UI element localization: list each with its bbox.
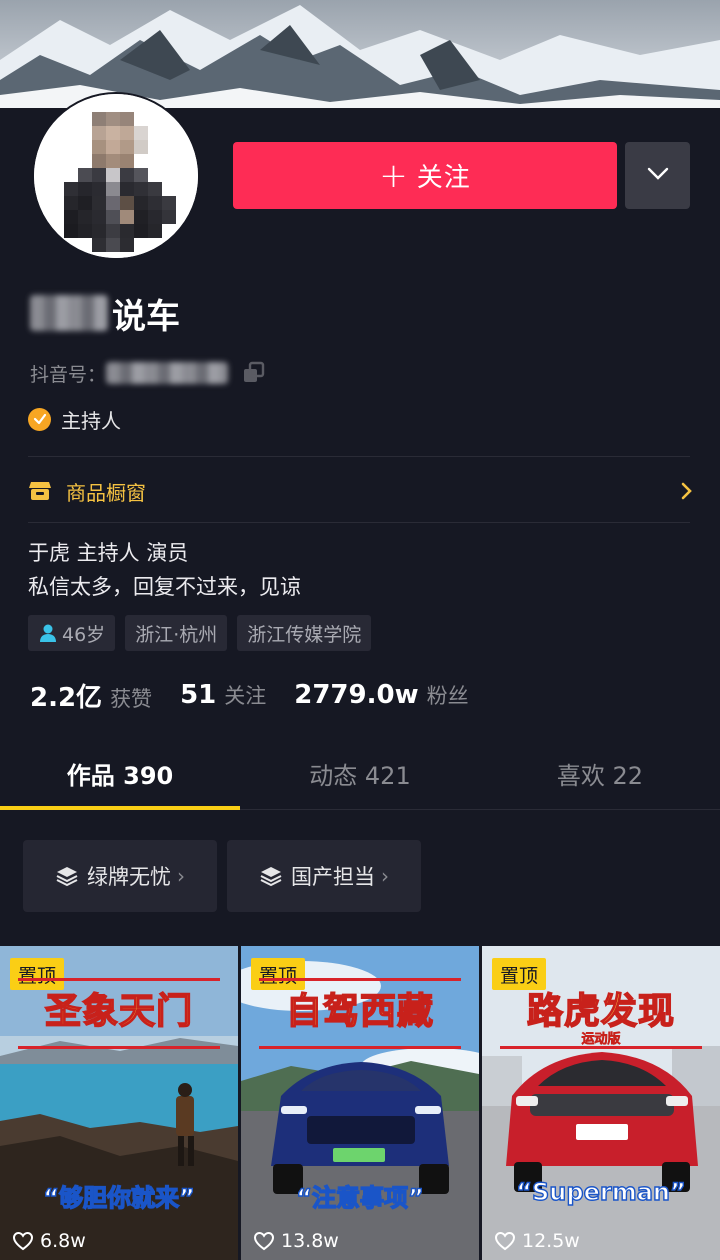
follow-button[interactable]: + 关注	[233, 142, 617, 209]
decorative-line	[259, 1046, 461, 1049]
tag-school: 浙江传媒学院	[237, 615, 372, 651]
plus-icon: +	[379, 155, 409, 196]
tab-likes[interactable]: 喜欢 22	[480, 740, 720, 806]
stat-likes-label: 获赞	[110, 686, 153, 711]
redacted-name-prefix	[30, 295, 108, 331]
video-likes: 6.8w	[12, 1228, 86, 1254]
video-thumbnail[interactable]: 置顶 圣象天门 “够胆你就来” 6.8w	[0, 946, 238, 1260]
tag-school-label: 浙江传媒学院	[247, 623, 362, 646]
profile-tags: 46岁 浙江·杭州 浙江传媒学院	[28, 615, 372, 651]
verified-role: 主持人	[28, 404, 121, 434]
chevron-right-icon: ›	[177, 864, 185, 888]
chevron-right-icon: ›	[381, 864, 389, 888]
chevron-down-icon	[647, 166, 669, 185]
stat-fans-label: 粉丝	[426, 684, 469, 708]
video-likes: 13.8w	[253, 1228, 339, 1254]
heart-icon	[253, 1231, 275, 1251]
divider	[28, 522, 690, 523]
tab-works[interactable]: 作品 390	[0, 740, 240, 806]
divider	[28, 456, 690, 457]
copy-icon[interactable]	[242, 361, 266, 385]
video-likes: 12.5w	[494, 1228, 580, 1254]
collection-chip[interactable]: 国产担当 ›	[227, 840, 421, 912]
bio-line: 于虎 主持人 演员	[28, 541, 189, 565]
video-caption: “注意事项”	[296, 1183, 425, 1212]
profile-stats: 2.2亿 获赞 51 关注 2779.0w 粉丝	[30, 674, 497, 716]
profile-bio: 于虎 主持人 演员 私信太多，回复不过来，见谅	[28, 536, 301, 604]
stat-following[interactable]: 51 关注	[180, 680, 266, 710]
role-label: 主持人	[61, 408, 121, 433]
douyin-id: 抖音号：	[30, 358, 266, 388]
douyin-id-label: 抖音号：	[30, 363, 107, 386]
video-title: 路虎发现	[526, 990, 675, 1033]
video-likes-count: 6.8w	[40, 1230, 86, 1252]
decorative-line	[500, 1046, 702, 1049]
stat-likes-value: 2.2亿	[30, 682, 103, 713]
chevron-right-icon	[680, 482, 692, 500]
person-icon	[38, 623, 58, 643]
tag-location: 浙江·杭州	[125, 615, 228, 651]
decorative-line	[18, 978, 220, 981]
tab-moments[interactable]: 动态 421	[240, 740, 480, 806]
video-title: 圣象天门	[44, 990, 193, 1033]
collection-chip[interactable]: 绿牌无忧 ›	[23, 840, 217, 912]
redacted-douyin-id	[106, 362, 229, 384]
heart-icon	[12, 1231, 34, 1251]
decorative-line	[18, 1046, 220, 1049]
video-likes-count: 13.8w	[281, 1230, 339, 1252]
decorative-line	[259, 978, 461, 981]
video-grid: 置顶 圣象天门 “够胆你就来” 6.8w 置顶 自驾西藏 “注意事项” 13.8…	[0, 946, 720, 1260]
follow-button-label: 关注	[416, 163, 471, 193]
tag-location-label: 浙江·杭州	[135, 623, 218, 646]
video-caption: “Superman”	[516, 1177, 687, 1206]
stat-fans[interactable]: 2779.0w 粉丝	[294, 680, 468, 710]
more-dropdown-button[interactable]	[625, 142, 690, 209]
stack-icon	[55, 865, 79, 887]
check-badge-icon	[28, 407, 51, 431]
video-likes-count: 12.5w	[522, 1230, 580, 1252]
video-thumbnail[interactable]: 置顶 自驾西藏 “注意事项” 13.8w	[241, 946, 479, 1260]
collection-label: 绿牌无忧	[87, 865, 171, 889]
video-thumbnail[interactable]: 置顶 路虎发现 运动版 “Superman” 12.5w	[482, 946, 720, 1260]
stat-following-value: 51	[180, 680, 217, 710]
collection-label: 国产担当	[291, 865, 375, 889]
avatar[interactable]	[32, 92, 200, 260]
stat-fans-value: 2779.0w	[294, 680, 419, 710]
tag-age-label: 46岁	[62, 623, 106, 646]
profile-name: 说车	[30, 288, 180, 338]
shop-icon	[28, 480, 52, 502]
content-tabs: 作品 390 动态 421 喜欢 22	[0, 740, 720, 810]
stat-following-label: 关注	[224, 684, 267, 708]
stack-icon	[259, 865, 283, 887]
collections-row: 绿牌无忧 › 国产担当 ›	[23, 840, 421, 912]
tab-active-indicator	[0, 806, 240, 810]
heart-icon	[494, 1231, 516, 1251]
shop-window-label: 商品橱窗	[66, 480, 146, 505]
tag-age: 46岁	[28, 615, 116, 651]
profile-name-suffix: 说车	[112, 296, 180, 337]
video-title: 自驾西藏	[285, 990, 434, 1033]
stat-likes: 2.2亿 获赞	[30, 677, 152, 714]
video-subtitle: 运动版	[581, 1032, 621, 1048]
bio-line: 私信太多，回复不过来，见谅	[28, 575, 301, 599]
shop-window-link[interactable]: 商品橱窗	[28, 472, 692, 510]
video-caption: “够胆你就来”	[43, 1183, 196, 1212]
